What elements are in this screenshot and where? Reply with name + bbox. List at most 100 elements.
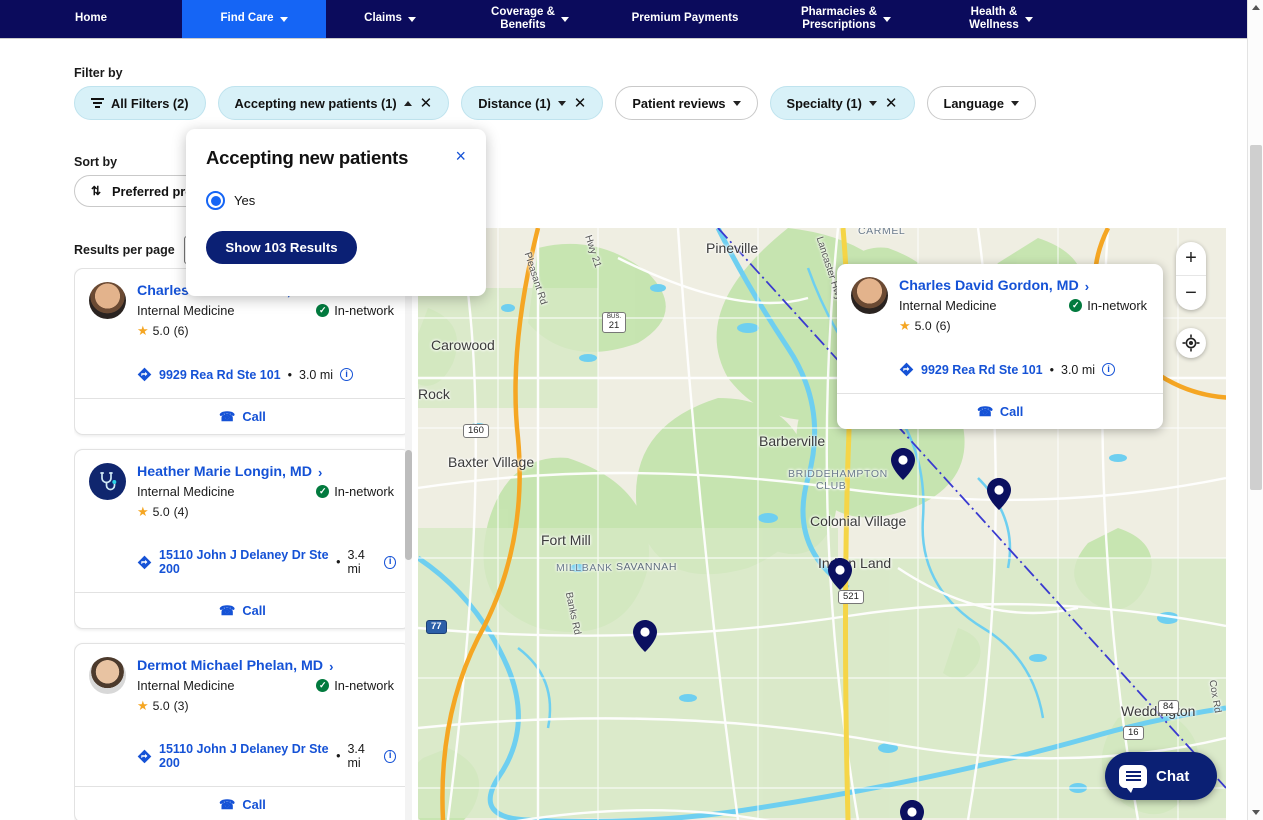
chevron-down-icon[interactable] xyxy=(1010,100,1019,106)
filter-chip-patient-reviews[interactable]: Patient reviews xyxy=(615,86,758,120)
chevron-down-icon[interactable] xyxy=(557,100,566,106)
locate-me-button[interactable] xyxy=(1176,328,1206,358)
filter-chip-accepting-new-patients[interactable]: Accepting new patients (1) ✕ xyxy=(217,86,450,120)
chevron-down-icon[interactable] xyxy=(868,100,877,106)
filter-chip-language[interactable]: Language xyxy=(926,86,1036,120)
map-pin[interactable] xyxy=(891,448,915,480)
provider-address-link[interactable]: 15110 John J Delaney Dr Ste 200 xyxy=(159,742,329,770)
provider-distance: 3.4 mi xyxy=(347,548,365,576)
provider-card[interactable]: Dermot Michael Phelan, MD › Internal Med… xyxy=(74,643,411,820)
star-icon: ★ xyxy=(137,323,149,338)
chat-button[interactable]: Chat xyxy=(1105,752,1217,800)
nav-item-claims[interactable]: Claims xyxy=(326,0,454,38)
provider-address-row: 9929 Rea Rd Ste 101 • 3.0 mi i xyxy=(899,362,1149,377)
avatar xyxy=(851,277,888,314)
scrollbar-thumb[interactable] xyxy=(1250,145,1262,490)
map-shield-i77: 77 xyxy=(426,620,447,635)
nav-label: Find Care xyxy=(220,12,274,25)
check-circle-icon: ✓ xyxy=(316,304,330,317)
nav-item-home[interactable]: Home xyxy=(0,0,182,38)
main-navigation: Home Find Care Claims Coverage & Benefit… xyxy=(0,0,1247,38)
filter-chip-distance[interactable]: Distance (1) ✕ xyxy=(461,86,604,120)
provider-address-link[interactable]: 15110 John J Delaney Dr Ste 200 xyxy=(159,548,329,576)
chevron-down-icon[interactable] xyxy=(732,100,741,106)
nav-item-pharmacies-prescriptions[interactable]: Pharmacies & Prescriptions xyxy=(764,0,928,38)
provider-rating: ★ 5.0 (4) xyxy=(137,504,396,520)
results-list-scrollbar[interactable] xyxy=(405,280,412,820)
check-circle-icon: ✓ xyxy=(1069,299,1083,312)
filter-chip-all-filters[interactable]: All Filters (2) xyxy=(74,86,206,120)
chat-label: Chat xyxy=(1156,767,1190,785)
close-icon[interactable]: ✕ xyxy=(420,96,433,111)
scroll-down-arrow-icon[interactable] xyxy=(1252,810,1260,815)
info-icon[interactable]: i xyxy=(340,368,354,381)
network-status-label: In-network xyxy=(334,303,394,318)
info-icon[interactable]: i xyxy=(384,555,397,569)
call-label: Call xyxy=(999,404,1024,419)
show-results-button[interactable]: Show 103 Results xyxy=(206,231,357,264)
network-status-label: In-network xyxy=(334,678,394,693)
zoom-out-button[interactable]: − xyxy=(1176,276,1206,310)
chevron-down-icon xyxy=(1024,17,1033,22)
call-button[interactable]: ☎ Call xyxy=(75,398,410,434)
provider-name-link[interactable]: Heather Marie Longin, MD › xyxy=(137,464,322,480)
chevron-down-icon xyxy=(883,17,892,22)
provider-name-link[interactable]: Dermot Michael Phelan, MD › xyxy=(137,658,333,674)
nav-item-find-care[interactable]: Find Care xyxy=(182,0,326,38)
call-label: Call xyxy=(242,409,266,424)
network-status-label: In-network xyxy=(334,484,394,499)
accepting-new-patients-popup[interactable]: Accepting new patients × Yes Show 103 Re… xyxy=(186,129,486,296)
provider-address-link[interactable]: 9929 Rea Rd Ste 101 xyxy=(921,363,1043,377)
scrollbar-thumb[interactable] xyxy=(405,450,412,560)
star-icon: ★ xyxy=(137,698,149,713)
filter-chip-label: Patient reviews xyxy=(632,95,726,111)
provider-name-link[interactable]: Charles David Gordon, MD › xyxy=(899,278,1089,294)
close-icon[interactable]: × xyxy=(455,147,466,165)
zoom-in-button[interactable]: + xyxy=(1176,242,1206,276)
map-zoom-controls: + − xyxy=(1176,242,1206,310)
nav-label-line2: Prescriptions xyxy=(802,19,876,31)
nav-label: Claims xyxy=(364,12,402,25)
close-icon[interactable]: ✕ xyxy=(885,96,898,111)
provider-card[interactable]: Heather Marie Longin, MD › Internal Medi… xyxy=(74,449,411,629)
nav-item-coverage-benefits[interactable]: Coverage & Benefits xyxy=(454,0,606,38)
provider-address-link[interactable]: 9929 Rea Rd Ste 101 xyxy=(159,368,281,382)
radio-option-yes[interactable]: Yes xyxy=(206,191,466,210)
nav-item-premium-payments[interactable]: Premium Payments xyxy=(606,0,764,38)
map-pin[interactable] xyxy=(828,558,852,590)
info-icon[interactable]: i xyxy=(1102,363,1116,376)
chat-bubble-icon xyxy=(1119,764,1147,793)
map-pin[interactable] xyxy=(633,620,657,652)
sort-by-value: Preferred pro xyxy=(112,183,194,199)
provider-results-list[interactable]: Charles David Gordon, MD › Internal Medi… xyxy=(74,268,411,820)
call-button[interactable]: ☎ Call xyxy=(837,393,1163,429)
call-button[interactable]: ☎ Call xyxy=(75,786,410,820)
filter-chip-bar: All Filters (2) Accepting new patients (… xyxy=(74,86,1036,120)
sort-arrows-icon: ⇅ xyxy=(91,184,102,198)
nav-item-health-wellness[interactable]: Health & Wellness xyxy=(928,0,1074,38)
directions-icon xyxy=(137,555,152,569)
radio-button[interactable] xyxy=(206,191,225,210)
map-pin[interactable] xyxy=(987,478,1011,510)
filter-chip-specialty[interactable]: Specialty (1) ✕ xyxy=(769,86,915,120)
rating-value: 5.0 xyxy=(914,319,932,333)
map-provider-card[interactable]: Charles David Gordon, MD › Internal Medi… xyxy=(837,264,1163,429)
map-pin[interactable] xyxy=(900,800,924,820)
popup-title: Accepting new patients xyxy=(206,147,409,168)
info-icon[interactable]: i xyxy=(384,749,397,763)
filter-by-label: Filter by xyxy=(74,66,123,80)
close-icon[interactable]: ✕ xyxy=(574,96,587,111)
nav-label: Health & xyxy=(970,5,1018,18)
call-label: Call xyxy=(242,797,266,812)
filter-chip-label: Distance (1) xyxy=(478,95,551,111)
provider-name: Heather Marie Longin, MD xyxy=(137,464,312,480)
call-button[interactable]: ☎ Call xyxy=(75,592,410,628)
phone-icon: ☎ xyxy=(219,602,236,618)
network-status: ✓ In-network xyxy=(1069,298,1147,313)
scroll-up-arrow-icon[interactable] xyxy=(1252,5,1260,10)
chevron-up-icon[interactable] xyxy=(403,100,412,106)
review-count: (6) xyxy=(173,324,189,338)
page-scrollbar[interactable] xyxy=(1247,0,1263,820)
map-shield-16: 16 xyxy=(1123,726,1144,741)
review-count: (3) xyxy=(173,699,189,713)
